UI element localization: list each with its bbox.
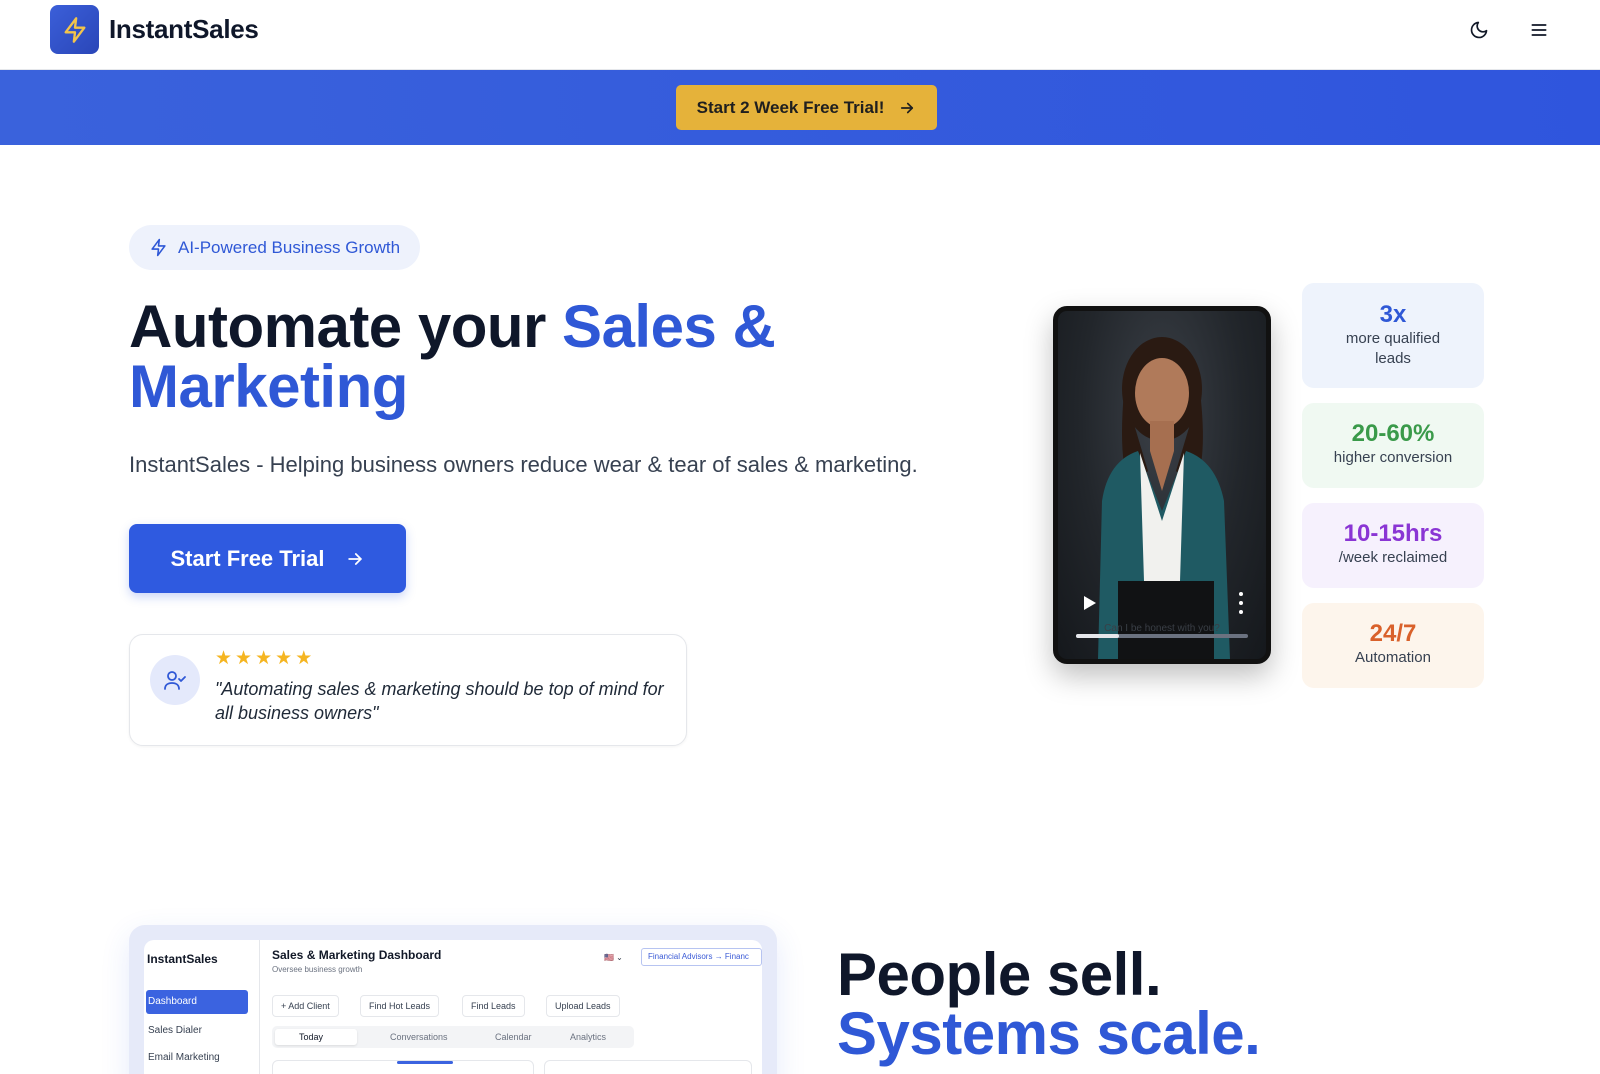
stat-label: more qualified leads — [1345, 330, 1441, 367]
logo[interactable] — [50, 5, 99, 54]
menu-button[interactable] — [1527, 18, 1551, 42]
user-check-icon — [164, 671, 186, 690]
more-options-icon[interactable] — [1238, 592, 1244, 614]
start-free-trial-label: Start Free Trial — [170, 545, 325, 571]
upload-leads-button[interactable]: Upload Leads — [546, 995, 620, 1017]
start-free-trial-button[interactable]: Start Free Trial — [129, 524, 406, 593]
stat-card-leads: 3x more qualified leads — [1302, 283, 1484, 388]
stat-label: Automation — [1355, 649, 1431, 666]
stat-value: 20-60% — [1351, 420, 1435, 447]
dashboard-title: Sales & Marketing Dashboard — [272, 948, 442, 962]
lightning-icon — [64, 16, 86, 43]
star-icon: ★ — [235, 648, 253, 669]
free-trial-banner-label: Start 2 Week Free Trial! — [696, 97, 885, 117]
rating-stars: ★ ★ ★ ★ ★ — [215, 649, 312, 669]
find-leads-button[interactable]: Find Leads — [462, 995, 525, 1017]
star-icon: ★ — [255, 648, 273, 669]
stat-value: 24/7 — [1369, 620, 1417, 647]
stat-card-conversion: 20-60% higher conversion — [1302, 403, 1484, 488]
stat-card-automation: 24/7 Automation — [1302, 603, 1484, 688]
video-progress-fill — [1076, 634, 1119, 638]
dashboard-card — [272, 1060, 534, 1074]
dashboard-preview: InstantSales Dashboard Sales Dialer Emai… — [129, 925, 777, 1074]
region-selector[interactable]: 🇺🇸 ⌄ — [604, 953, 623, 962]
free-trial-banner-button[interactable]: Start 2 Week Free Trial! — [676, 85, 937, 130]
video-player[interactable]: Can I be honest with you? — [1053, 306, 1271, 664]
stat-card-time-reclaimed: 10-15hrs /week reclaimed — [1302, 503, 1484, 588]
card-accent — [397, 1061, 453, 1064]
lightning-icon — [151, 238, 166, 257]
hero-title: Automate your Sales & Marketing — [129, 297, 1029, 417]
video-progress-bar[interactable] — [1076, 634, 1248, 638]
dashboard-sidebar: InstantSales Dashboard Sales Dialer Emai… — [144, 940, 260, 1074]
sidebar-item-sales-dialer[interactable]: Sales Dialer — [146, 1019, 248, 1043]
dashboard-window: InstantSales Dashboard Sales Dialer Emai… — [144, 940, 762, 1074]
hero-subtitle: InstantSales - Helping business owners r… — [129, 452, 918, 477]
dashboard-tabs: Today Conversations Calendar Analytics — [272, 1026, 634, 1048]
tab-calendar[interactable]: Calendar — [487, 1029, 540, 1045]
sidebar-item-dashboard[interactable]: Dashboard — [146, 990, 248, 1014]
dashboard-card — [544, 1060, 752, 1074]
arrow-right-icon — [347, 552, 362, 565]
testimonial-quote: "Automating sales & marketing should be … — [215, 679, 664, 723]
segment-filter[interactable]: Financial Advisors → Financ — [641, 948, 762, 966]
find-hot-leads-button[interactable]: Find Hot Leads — [360, 995, 440, 1017]
site-header: InstantSales — [0, 0, 1600, 70]
moon-icon — [1470, 21, 1488, 39]
stat-label: /week reclaimed — [1338, 549, 1448, 566]
star-icon: ★ — [295, 648, 313, 669]
tab-conversations[interactable]: Conversations — [382, 1029, 456, 1045]
ai-badge-label: AI-Powered Business Growth — [178, 237, 401, 257]
promo-banner: Start 2 Week Free Trial! — [0, 70, 1600, 145]
avatar — [150, 655, 200, 705]
section-title-line2: Systems scale. — [837, 1000, 1261, 1067]
star-icon: ★ — [275, 648, 293, 669]
star-icon: ★ — [215, 648, 233, 669]
section-title: People sell. Systems scale. — [837, 941, 1537, 1067]
hero-title-plain: Automate your — [129, 293, 563, 360]
play-icon[interactable] — [1082, 595, 1098, 611]
testimonial-card: ★ ★ ★ ★ ★ "Automating sales & marketing shou… — [129, 634, 687, 746]
ai-badge: AI-Powered Business Growth — [129, 225, 421, 270]
tab-today[interactable]: Today — [275, 1029, 357, 1045]
dashboard-subtitle: Oversee business growth — [272, 965, 363, 974]
brand-name[interactable]: InstantSales — [109, 14, 259, 45]
stat-value: 3x — [1379, 301, 1407, 328]
add-client-button[interactable]: + Add Client — [272, 995, 339, 1017]
video-caption: Can I be honest with you? — [1104, 623, 1220, 634]
dashboard-brand: InstantSales — [147, 952, 218, 966]
stat-value: 10-15hrs — [1343, 520, 1443, 547]
tab-analytics[interactable]: Analytics — [562, 1029, 614, 1045]
stat-label: higher conversion — [1333, 449, 1453, 466]
section-title-line1: People sell. — [837, 941, 1162, 1008]
menu-icon — [1531, 24, 1547, 36]
arrow-right-icon — [901, 102, 914, 113]
theme-toggle-button[interactable] — [1467, 18, 1491, 42]
sidebar-item-email-marketing[interactable]: Email Marketing — [146, 1046, 248, 1070]
